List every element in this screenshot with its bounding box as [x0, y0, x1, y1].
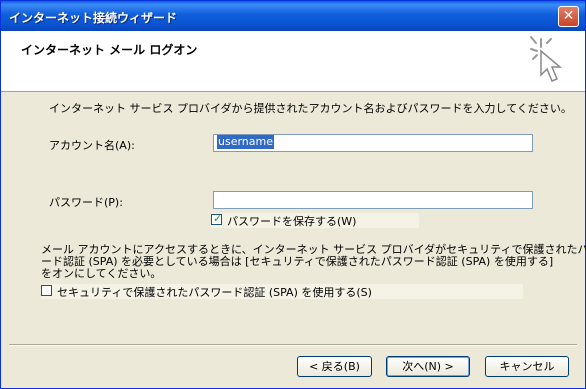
account-name-value: username — [217, 135, 274, 149]
cancel-button[interactable]: キャンセル — [485, 356, 569, 377]
checkmark-icon: ✓ — [213, 212, 223, 225]
wizard-header: インターネット メール ログオン — [1, 31, 585, 92]
intro-text: インターネット サービス プロバイダから提供されたアカウント名およびパスワードを… — [49, 102, 572, 115]
back-button[interactable]: < 戻る(B) — [297, 356, 372, 377]
title-bar[interactable]: インターネット接続ウィザード ✕ — [1, 1, 585, 31]
spa-check-box[interactable] — [41, 285, 52, 296]
spa-note-line3: をオンにしてください。 — [41, 267, 162, 280]
next-button[interactable]: 次へ(N) > — [386, 356, 470, 377]
save-password-check-box[interactable]: ✓ — [211, 212, 223, 225]
spa-checkbox-label: セキュリティで保護されたパスワード認証 (SPA) を使用する(S) — [57, 286, 372, 299]
page-title: インターネット メール ログオン — [21, 43, 198, 57]
wizard-cursor-icon — [530, 36, 563, 82]
save-password-label: パスワードを保存する(W) — [227, 215, 357, 228]
button-separator — [9, 344, 577, 346]
close-icon: ✕ — [562, 8, 575, 24]
password-input[interactable] — [213, 191, 533, 209]
spa-checkbox[interactable]: セキュリティで保護されたパスワード認証 (SPA) を使用する(S) — [41, 284, 523, 299]
account-name-label: アカウント名(A): — [49, 139, 135, 152]
wizard-window: インターネット接続ウィザード ✕ インターネット メール ログオン インターネッ… — [0, 0, 586, 389]
close-button[interactable]: ✕ — [558, 6, 579, 27]
password-label: パスワード(P): — [49, 196, 123, 209]
save-password-checkbox[interactable]: ✓ パスワードを保存する(W) — [211, 212, 419, 228]
window-title: インターネット接続ウィザード — [9, 11, 178, 25]
account-name-input[interactable]: username — [213, 134, 533, 152]
